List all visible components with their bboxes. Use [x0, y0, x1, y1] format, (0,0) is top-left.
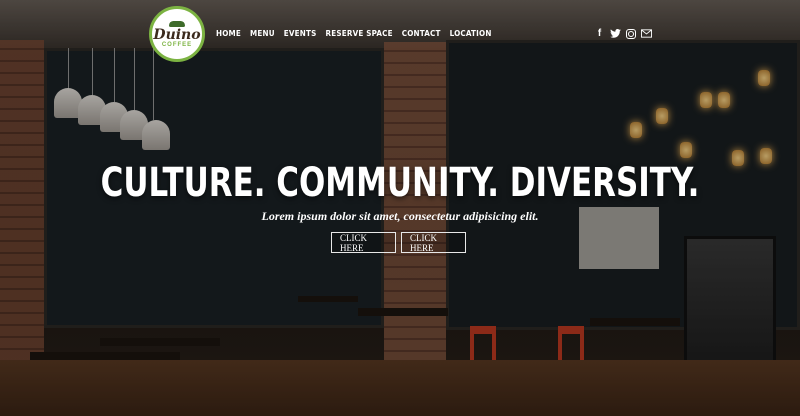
nav-menu[interactable]: MENU — [250, 29, 275, 38]
social-links: f — [594, 28, 652, 39]
hero-subtitle: Lorem ipsum dolor sit amet, consectetur … — [261, 209, 539, 223]
dark-overlay — [0, 0, 800, 416]
main-nav: HOME MENU EVENTS RESERVE SPACE CONTACT L… — [216, 29, 492, 38]
logo[interactable]: Duino COFFEE — [149, 6, 205, 62]
twitter-icon[interactable] — [610, 28, 621, 39]
nav-reserve-space[interactable]: RESERVE SPACE — [326, 29, 393, 38]
hero-title: CULTURE. COMMUNITY. DIVERSITY. — [100, 160, 700, 206]
hero-background-image — [0, 0, 800, 416]
instagram-icon[interactable] — [626, 28, 636, 39]
logo-wordmark: Duino — [153, 26, 201, 43]
nav-contact[interactable]: CONTACT — [402, 29, 441, 38]
nav-home[interactable]: HOME — [216, 29, 241, 38]
nav-location[interactable]: LOCATION — [450, 29, 492, 38]
hero-buttons: CLICK HERE CLICK HERE — [331, 232, 466, 253]
facebook-icon[interactable]: f — [594, 28, 605, 39]
logo-subtitle: COFFEE — [161, 41, 193, 48]
click-here-button-2[interactable]: CLICK HERE — [401, 232, 466, 253]
click-here-button-1[interactable]: CLICK HERE — [331, 232, 396, 253]
nav-events[interactable]: EVENTS — [284, 29, 317, 38]
email-icon[interactable] — [641, 28, 652, 39]
coffee-cup-icon — [169, 20, 185, 27]
